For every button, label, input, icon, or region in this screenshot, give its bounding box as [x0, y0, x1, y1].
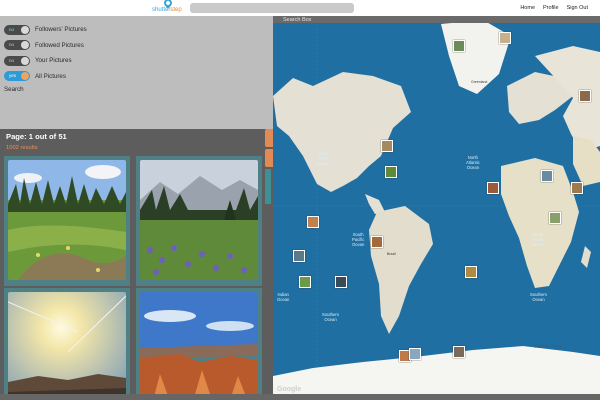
country-label: Brazil [387, 252, 396, 256]
photo-map-marker[interactable] [499, 32, 511, 44]
photo-map-marker[interactable] [579, 90, 591, 102]
photo-image [140, 292, 258, 400]
header-search-input[interactable] [190, 3, 354, 13]
photo-map-marker[interactable] [335, 276, 347, 288]
photo-map-marker[interactable] [541, 170, 553, 182]
ocean-label-line: Ocean [532, 297, 545, 302]
top-header: shutterstep Home Profile Sign Out [0, 0, 600, 16]
followed-pictures-toggle[interactable]: no [4, 40, 30, 51]
followers-pictures-toggle[interactable]: no [4, 24, 30, 35]
filter-label: All Pictures [35, 72, 66, 80]
photo-thumbnail[interactable] [136, 288, 262, 400]
filter-label: Followed Pictures [35, 41, 84, 49]
photo-map-marker[interactable] [293, 250, 305, 262]
ocean-label: South Pacific Ocean [352, 232, 364, 247]
filter-list: no Followers' Pictures no Followed Pictu… [4, 22, 87, 84]
ocean-label: North Atlantic Ocean [466, 155, 480, 170]
side-tab[interactable] [265, 129, 273, 147]
your-pictures-toggle[interactable]: no [4, 55, 30, 66]
search-button[interactable]: Search [4, 86, 24, 93]
photo-map-marker[interactable] [453, 40, 465, 52]
photo-image [8, 292, 126, 400]
photo-map-marker[interactable] [409, 348, 421, 360]
photo-thumbnail[interactable] [4, 156, 130, 286]
toggle-knob [21, 72, 29, 81]
results-panel: Page: 1 out of 51 1002 results [0, 129, 273, 400]
page-indicator: Page: 1 out of 51 [6, 132, 67, 141]
photo-map-marker[interactable] [307, 216, 319, 228]
ocean-label: Southern Ocean [530, 292, 547, 302]
photo-map-marker[interactable] [381, 140, 393, 152]
nav-profile-link[interactable]: Profile [543, 3, 559, 13]
app-logo[interactable]: shutterstep [150, 0, 190, 16]
ocean-label: Indian Ocean [277, 292, 289, 302]
toggle-state-label: no [9, 57, 15, 63]
toggle-knob [21, 41, 29, 50]
google-logo: Google [277, 386, 302, 393]
photo-map-marker[interactable] [571, 182, 583, 194]
photo-image [8, 160, 126, 280]
ocean-label-line: Ocean [531, 242, 545, 247]
all-pictures-toggle[interactable]: yes [4, 71, 30, 82]
results-side-tabs [265, 129, 273, 204]
toggle-state-label: no [9, 42, 15, 48]
filter-all-pictures: yes All Pictures [4, 69, 87, 85]
toggle-knob [21, 25, 29, 34]
ocean-label-line: ANTARCTICA [535, 344, 562, 349]
photo-image [140, 160, 258, 280]
ocean-label-line: Ocean [277, 297, 290, 302]
toggle-state-label: yes [9, 73, 17, 79]
nav-home-link[interactable]: Home [520, 3, 535, 13]
results-count: 1002 results [6, 145, 38, 151]
filter-followed-pictures: no Followed Pictures [4, 38, 87, 54]
ocean-label: Southern Ocean [322, 312, 339, 322]
ocean-label: North Pacific Ocean [317, 151, 329, 166]
map-search-label: Search Box [283, 17, 312, 23]
photo-map-marker[interactable] [487, 182, 499, 194]
photo-map-marker[interactable] [371, 236, 383, 248]
left-panel: no Followers' Pictures no Followed Pictu… [0, 16, 273, 400]
filter-label: Followers' Pictures [35, 26, 87, 34]
filter-label: Your Pictures [35, 57, 72, 65]
map-search-bar[interactable] [273, 16, 600, 23]
logo-text-shutter: shutter [152, 7, 171, 13]
photo-thumbnail[interactable] [136, 156, 262, 286]
ocean-label-line: Ocean [466, 165, 480, 170]
toggle-state-label: no [9, 26, 15, 32]
filter-your-pictures: no Your Pictures [4, 53, 87, 69]
ocean-label-line: Ocean [352, 242, 365, 247]
ocean-label-line: Ocean [324, 317, 337, 322]
ocean-label: South Atlantic Ocean [531, 232, 545, 247]
world-map[interactable]: North Pacific Ocean North Atlantic Ocean Sou… [273, 16, 600, 394]
top-nav: Home Profile Sign Out [520, 3, 600, 13]
photo-map-marker[interactable] [299, 276, 311, 288]
photo-map-marker[interactable] [385, 166, 397, 178]
photo-thumbnail[interactable] [4, 288, 130, 400]
side-tab[interactable] [265, 149, 273, 167]
filter-followers-pictures: no Followers' Pictures [4, 22, 87, 38]
photo-map-marker[interactable] [549, 212, 561, 224]
bottom-bar [0, 394, 600, 400]
toggle-knob [21, 56, 29, 65]
antarctica-label: ANTARCTICA [535, 344, 561, 349]
scrollbar[interactable] [265, 169, 271, 204]
logo-text: shutterstep [152, 7, 182, 13]
nav-sign-out-link[interactable]: Sign Out [567, 3, 588, 13]
country-label: Greenland [471, 80, 488, 84]
logo-text-step: step [170, 7, 182, 13]
photo-map-marker[interactable] [453, 346, 465, 358]
ocean-label-line: Ocean [317, 161, 330, 166]
photo-map-marker[interactable] [465, 266, 477, 278]
